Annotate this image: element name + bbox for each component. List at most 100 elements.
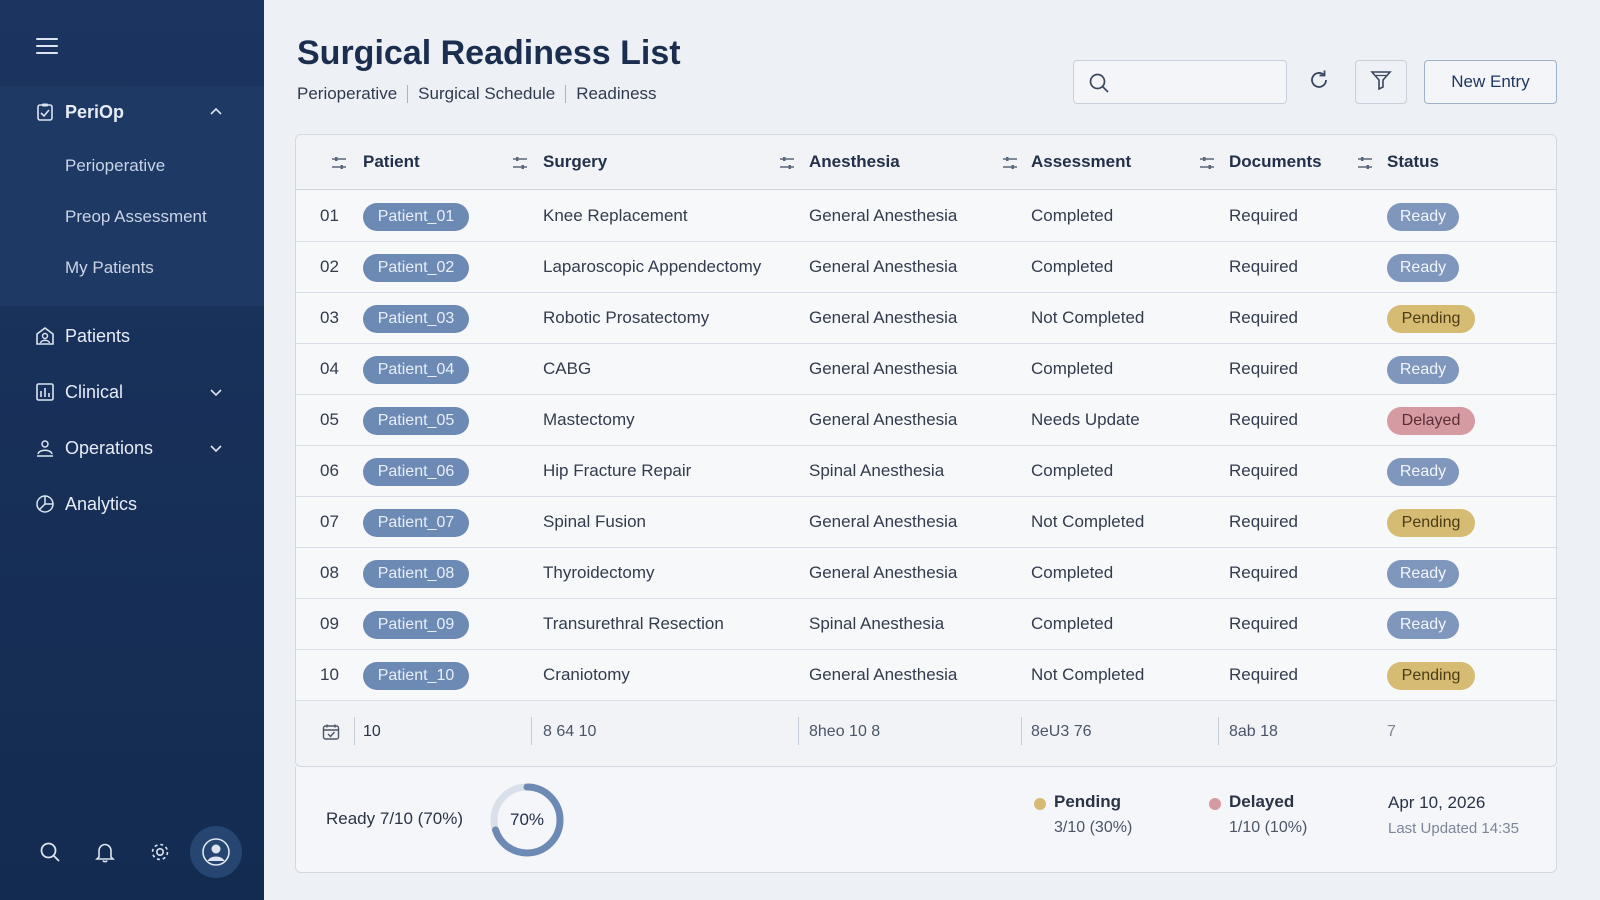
sidebar-subitem-perioperative[interactable]: Perioperative [65, 156, 165, 176]
column-header-surgery[interactable]: Surgery [543, 152, 607, 172]
sidebar-item-operations[interactable]: Operations [0, 428, 264, 468]
surgery-cell: Craniotomy [543, 665, 630, 684]
row-number: 06 [320, 461, 339, 480]
sidebar-subitem-preop-assessment[interactable]: Preop Assessment [65, 207, 207, 227]
table-row[interactable]: 03 Patient_03 Robotic Prosatectomy General … [296, 293, 1556, 344]
sidebar-item-label: Patients [65, 325, 131, 346]
table-row[interactable]: 06 Patient_06 Hip Fracture Repair Spinal An… [296, 446, 1556, 497]
column-header-anesthesia[interactable]: Anesthesia [809, 152, 900, 172]
chevron-down-icon[interactable] [208, 440, 224, 456]
patient-badge[interactable]: Patient_02 [363, 254, 469, 282]
surgery-cell: Thyroidectomy [543, 563, 655, 582]
clinical-icon [35, 382, 55, 402]
report-date: Apr 10, 2026 [1388, 793, 1486, 812]
table-row[interactable]: 01 Patient_01 Knee Replacement General Anes… [296, 191, 1556, 242]
status-badge: Delayed [1387, 407, 1475, 435]
breadcrumb-item[interactable]: Readiness [576, 84, 656, 104]
row-number: 01 [320, 206, 339, 225]
breadcrumb-item[interactable]: Perioperative [297, 84, 397, 104]
sort-icon[interactable] [778, 154, 796, 172]
documents-cell: Required [1229, 308, 1298, 327]
last-updated: Last Updated 14:35 [1388, 820, 1519, 837]
sidebar: PeriOp Perioperative Preop Assessment My… [0, 0, 264, 900]
anesthesia-cell: General Anesthesia [809, 665, 958, 684]
status-badge: Ready [1387, 203, 1459, 231]
sidebar-item-periop[interactable]: PeriOp [0, 92, 264, 132]
column-header-status[interactable]: Status [1387, 152, 1439, 172]
patient-badge[interactable]: Patient_04 [363, 356, 469, 384]
readiness-table: Patient Surgery Anesthesia Assessment Do… [295, 134, 1557, 767]
surgery-cell: Spinal Fusion [543, 512, 647, 531]
sort-icon[interactable] [1001, 154, 1019, 172]
table-row[interactable]: 02 Patient_02 Laparoscopic Appendectomy Gen… [296, 242, 1556, 293]
patient-badge[interactable]: Patient_08 [363, 560, 469, 588]
status-badge: Ready [1387, 356, 1459, 384]
chevron-up-icon[interactable] [208, 104, 224, 120]
row-number: 07 [320, 512, 339, 531]
breadcrumb-item[interactable]: Surgical Schedule [418, 84, 555, 104]
delayed-label: Delayed [1229, 792, 1295, 811]
patient-badge[interactable]: Patient_06 [363, 458, 469, 486]
assessment-cell: Completed [1031, 359, 1114, 378]
pending-label: Pending [1054, 792, 1122, 811]
search-input[interactable] [1120, 69, 1280, 97]
gear-icon[interactable] [148, 840, 172, 864]
status-badge: Pending [1387, 509, 1475, 537]
chevron-down-icon[interactable] [208, 384, 224, 400]
avatar[interactable] [190, 826, 242, 878]
patient-badge[interactable]: Patient_05 [363, 407, 469, 435]
summary-anesthesia: 8heo 10 8 [809, 723, 881, 740]
documents-cell: Required [1229, 614, 1298, 633]
row-number: 04 [320, 359, 339, 378]
column-header-patient[interactable]: Patient [363, 152, 420, 172]
anesthesia-cell: Spinal Anesthesia [809, 461, 945, 480]
sort-icon[interactable] [1198, 154, 1216, 172]
table-row[interactable]: 10 Patient_10 Craniotomy General Anesthesia… [296, 650, 1556, 701]
column-header-documents[interactable]: Documents [1229, 152, 1322, 172]
patient-badge[interactable]: Patient_09 [363, 611, 469, 639]
refresh-button[interactable] [1305, 68, 1333, 96]
sidebar-item-label: Operations [65, 437, 154, 458]
table-row[interactable]: 08 Patient_08 Thyroidectomy General Anesthe… [296, 548, 1556, 599]
sort-icon[interactable] [1356, 154, 1374, 172]
sidebar-bottom-bar [0, 826, 264, 878]
summary-documents: 8ab 18 [1229, 723, 1278, 740]
donut-label: 70% [509, 810, 545, 829]
patient-badge[interactable]: Patient_10 [363, 662, 469, 690]
patient-badge[interactable]: Patient_03 [363, 305, 469, 333]
bell-icon[interactable] [93, 840, 117, 864]
status-badge: Ready [1387, 611, 1459, 639]
sort-icon[interactable] [330, 154, 348, 172]
status-badge: Ready [1387, 254, 1459, 282]
pending-value: 3/10 (30%) [1054, 819, 1133, 836]
filter-button[interactable] [1355, 60, 1407, 104]
table-row[interactable]: 04 Patient_04 CABG General Anesthesia Comple… [296, 344, 1556, 395]
patient-badge[interactable]: Patient_01 [363, 203, 469, 231]
new-entry-button[interactable]: New Entry [1424, 60, 1557, 104]
sidebar-item-patients[interactable]: Patients [0, 316, 264, 356]
sidebar-subitem-my-patients[interactable]: My Patients [65, 258, 154, 278]
refresh-icon [1307, 68, 1331, 97]
menu-icon[interactable] [36, 38, 58, 54]
sidebar-item-clinical[interactable]: Clinical [0, 372, 264, 412]
column-header-assessment[interactable]: Assessment [1031, 152, 1131, 172]
sort-icon[interactable] [511, 154, 529, 172]
patient-badge[interactable]: Patient_07 [363, 509, 469, 537]
table-header: Patient Surgery Anesthesia Assessment Do… [296, 135, 1556, 190]
patients-icon [35, 326, 55, 346]
sidebar-item-label: Analytics [65, 493, 138, 514]
table-summary-row: 10 8 64 10 8heo 10 8 8eU3 76 8ab 18 7 [296, 701, 1556, 766]
anesthesia-cell: General Anesthesia [809, 359, 958, 378]
clipboard-icon [35, 102, 55, 122]
sidebar-item-analytics[interactable]: Analytics [0, 484, 264, 524]
row-number: 10 [320, 665, 339, 684]
breadcrumb: Perioperative Surgical Schedule Readines… [297, 84, 657, 104]
table-row[interactable]: 09 Patient_09 Transurethral Resection Spina… [296, 599, 1556, 650]
assessment-cell: Completed [1031, 614, 1114, 633]
table-row[interactable]: 05 Patient_05 Mastectomy General Anesthesia… [296, 395, 1556, 446]
table-row[interactable]: 07 Patient_07 Spinal Fusion General Anesthe… [296, 497, 1556, 548]
search-icon[interactable] [38, 840, 62, 864]
summary-status: 7 [1387, 723, 1396, 740]
assessment-cell: Completed [1031, 206, 1114, 225]
status-badge: Ready [1387, 560, 1459, 588]
